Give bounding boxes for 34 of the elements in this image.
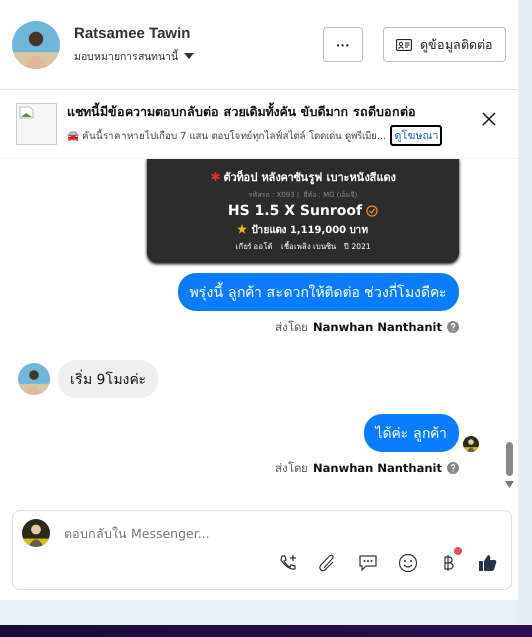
avatar <box>22 519 50 547</box>
id-card-icon <box>396 38 412 50</box>
listing-model: HS 1.5 X Sunroof <box>228 202 362 218</box>
ad-description: 🚘 คันนี้ราคาหายไปเกือบ 7 แสน ตอบโจทย์ทุกไลฟ์สไตล์ โดดเด่น ดูพรีเมีย... <box>67 128 386 143</box>
reply-box[interactable]: ตอบกลับใน Messenger... <box>12 510 512 590</box>
listing-headline: ตัวท็อป หลังคาซันรูฟ เบาะหนังสีแดง <box>224 169 396 186</box>
contact-info-button[interactable]: ดูข้อมูลติดต่อ <box>383 27 506 62</box>
help-icon[interactable] <box>447 462 459 474</box>
sent-by-text: ส่งโดย Nanwhan Nanthanit <box>275 459 459 477</box>
scroll-down-icon[interactable] <box>505 481 514 488</box>
more-button[interactable]: ··· <box>323 27 363 62</box>
thumbs-up-icon <box>478 553 498 573</box>
view-ad-link[interactable]: ดูโฆษณา <box>390 125 442 146</box>
sent-message: ได้ค่ะ ลูกค้า <box>364 414 459 452</box>
asterisk-icon <box>210 172 220 181</box>
broken-image-icon <box>16 103 57 145</box>
verified-icon <box>366 204 378 216</box>
contact-name: Ratsamee Tawin <box>74 24 192 42</box>
avatar <box>12 20 60 68</box>
avatar <box>18 363 50 395</box>
sent-by-text: ส่งโดย Nanwhan Nanthanit <box>275 318 459 336</box>
smiley-icon <box>398 553 418 573</box>
ad-title: แชทนี้มีข้อความตอบกลับต่อ สวยเดิมทั้งคัน ขับดีมาก รถดีบอกต่อ <box>67 102 416 121</box>
help-icon[interactable] <box>447 321 459 333</box>
message-input[interactable]: ตอบกลับใน Messenger... <box>62 524 502 542</box>
assign-dropdown[interactable]: มอบหมายการสนทนานี้ <box>74 48 194 64</box>
star-icon <box>237 224 248 234</box>
received-message: เริ่ม 9โมงค่ะ <box>58 360 158 398</box>
close-icon[interactable] <box>482 112 496 126</box>
listing-price: ป้ายแดง 1,119,000 บาท <box>251 223 369 236</box>
scrollbar-thumb[interactable] <box>506 442 513 476</box>
caret-icon <box>184 53 194 59</box>
speech-bubble-icon <box>358 553 378 573</box>
sent-message: พรุ่งนี้ ลูกค้า สะดวกให้ติดต่อ ช่วงกี่โมงดีคะ <box>178 273 459 311</box>
